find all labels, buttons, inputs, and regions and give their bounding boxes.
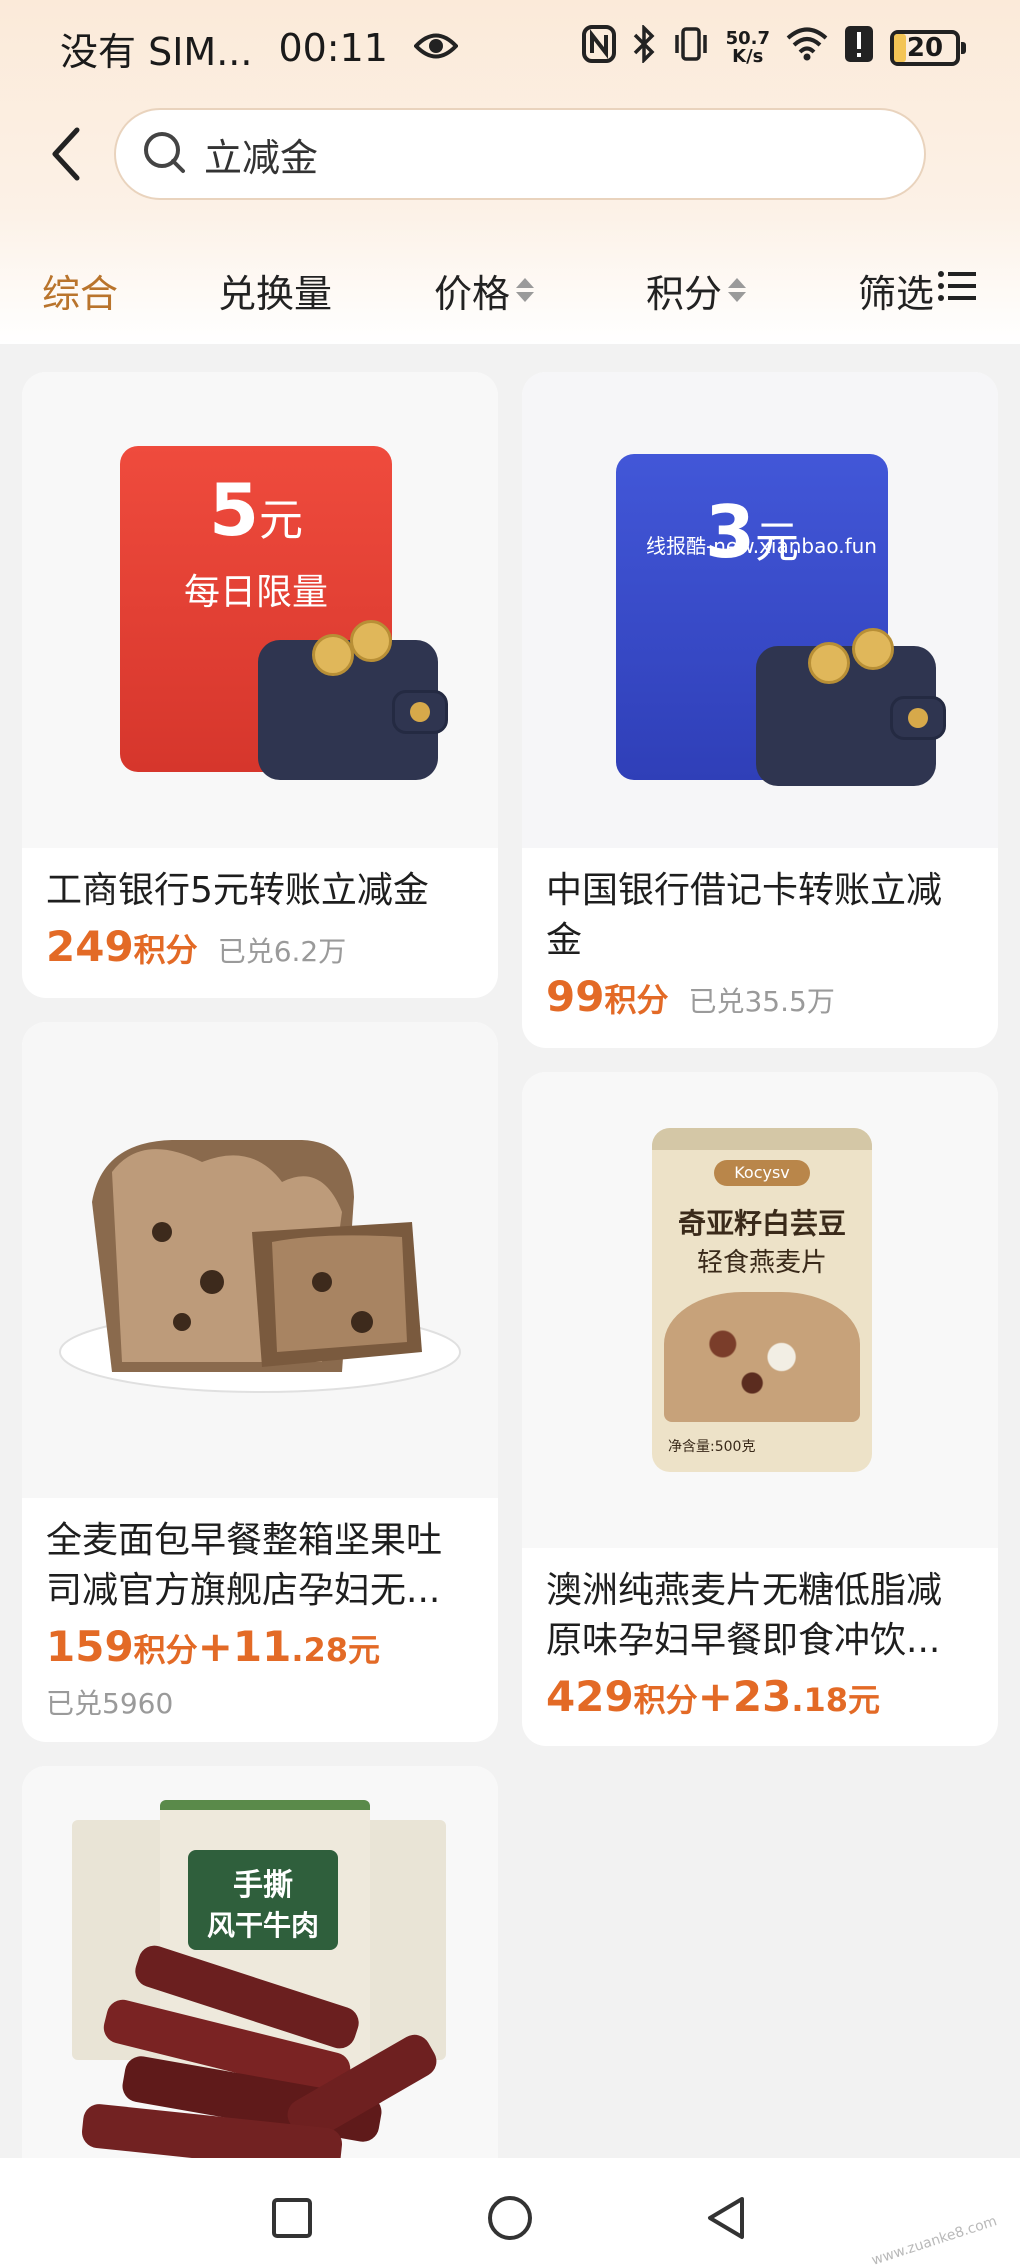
tab-filter[interactable]: 筛选 bbox=[858, 252, 977, 328]
battery-indicator: 20 bbox=[890, 30, 966, 66]
bluetooth-icon bbox=[632, 23, 656, 72]
net-speed: 50.7 K/s bbox=[725, 28, 770, 67]
product-image bbox=[22, 1022, 498, 1498]
back-nav-button[interactable] bbox=[696, 2188, 756, 2248]
home-button[interactable] bbox=[480, 2188, 540, 2248]
clock: 00:11 bbox=[278, 26, 388, 70]
tab-points[interactable]: 积分 bbox=[646, 252, 747, 328]
sort-arrows-icon bbox=[516, 278, 535, 302]
tab-label: 综合 bbox=[42, 271, 119, 316]
back-button[interactable] bbox=[34, 122, 98, 186]
tab-label: 积分 bbox=[646, 271, 723, 316]
bread-image bbox=[59, 1140, 461, 1393]
coin-icon bbox=[312, 634, 354, 676]
sort-tabs: 综合 兑换量 价格 积分 筛选 bbox=[0, 252, 1020, 328]
tab-label: 价格 bbox=[434, 271, 511, 316]
coin-icon bbox=[808, 642, 850, 684]
image-watermark: 线报酷-new.xianbao.fun bbox=[646, 534, 877, 558]
jerky-image bbox=[81, 1945, 437, 2158]
circle-icon bbox=[488, 2196, 532, 2240]
product-title: 中国银行借记卡转账立减金 bbox=[546, 870, 943, 961]
eye-icon bbox=[413, 26, 459, 70]
price-line: 159 积分 +11 .28元 bbox=[46, 1622, 381, 1671]
coin-icon bbox=[852, 628, 894, 670]
product-title: 工商银行5元转账立减金 bbox=[46, 870, 429, 911]
chevron-left-icon bbox=[52, 127, 80, 181]
product-image: 5元 每日限量 bbox=[22, 372, 498, 848]
vibrate-icon bbox=[672, 25, 710, 72]
oats-can: Kocysv 奇亚籽白芸豆 轻食燕麦片 净含量:500克 bbox=[652, 1128, 872, 1472]
search-row: 立减金 bbox=[0, 104, 1020, 204]
product-card-oats[interactable]: Kocysv 奇亚籽白芸豆 轻食燕麦片 净含量:500克 澳洲纯燕麦片无糖低脂减… bbox=[522, 1072, 998, 1746]
product-image: 3元 线报酷-new.xianbao.fun bbox=[522, 372, 998, 848]
sort-arrows-icon bbox=[728, 278, 747, 302]
square-icon bbox=[272, 2198, 312, 2238]
carrier-label: 没有 SIM... bbox=[60, 29, 253, 74]
recents-button[interactable] bbox=[262, 2188, 322, 2248]
alert-icon bbox=[844, 25, 874, 72]
sold-count: 已兑5960 bbox=[46, 1687, 174, 1720]
price-line: 429 积分 +23 .18元 bbox=[546, 1672, 881, 1721]
product-card-icbc[interactable]: 5元 每日限量 工商银行5元转账立减金 249 积分 已兑6.2万 bbox=[22, 372, 498, 998]
search-icon bbox=[142, 130, 186, 178]
triangle-back-icon bbox=[708, 2197, 744, 2239]
nfc-icon bbox=[581, 24, 616, 72]
tab-overall[interactable]: 综合 bbox=[42, 252, 118, 328]
product-title: 澳洲纯燕麦片无糖低脂减原味孕妇早餐即食冲饮... bbox=[546, 1570, 943, 1661]
product-card-jerky[interactable]: 手撕 风干牛肉 bbox=[22, 1766, 498, 2158]
status-bar: 没有 SIM... 00:11 50.7 K/s 20 bbox=[0, 0, 1020, 96]
product-image: Kocysv 奇亚籽白芸豆 轻食燕麦片 净含量:500克 bbox=[522, 1072, 998, 1548]
system-nav-bar: www.zuanke8.com bbox=[0, 2158, 1020, 2267]
price-line: 99 积分 已兑35.5万 bbox=[546, 972, 835, 1021]
wifi-icon bbox=[786, 26, 828, 70]
price-line: 249 积分 已兑6.2万 bbox=[46, 922, 347, 971]
site-watermark: www.zuanke8.com bbox=[870, 2213, 1000, 2267]
product-card-bread[interactable]: 全麦面包早餐整箱坚果吐司减官方旗舰店孕妇无... 159 积分 +11 .28元… bbox=[22, 1022, 498, 1742]
coin-icon bbox=[350, 620, 392, 662]
product-card-boc[interactable]: 3元 线报酷-new.xianbao.fun 中国银行借记卡转账立减金 99 积… bbox=[522, 372, 998, 1048]
tab-price[interactable]: 价格 bbox=[434, 252, 535, 328]
search-query: 立减金 bbox=[204, 135, 319, 180]
tab-label: 兑换量 bbox=[218, 271, 333, 316]
product-image: 手撕 风干牛肉 bbox=[22, 1766, 498, 2158]
tab-label: 筛选 bbox=[858, 271, 935, 316]
tab-redemptions[interactable]: 兑换量 bbox=[218, 252, 332, 328]
filter-list-icon bbox=[938, 268, 977, 312]
search-input[interactable]: 立减金 bbox=[114, 108, 926, 200]
product-title: 全麦面包早餐整箱坚果吐司减官方旗舰店孕妇无... bbox=[46, 1520, 443, 1611]
